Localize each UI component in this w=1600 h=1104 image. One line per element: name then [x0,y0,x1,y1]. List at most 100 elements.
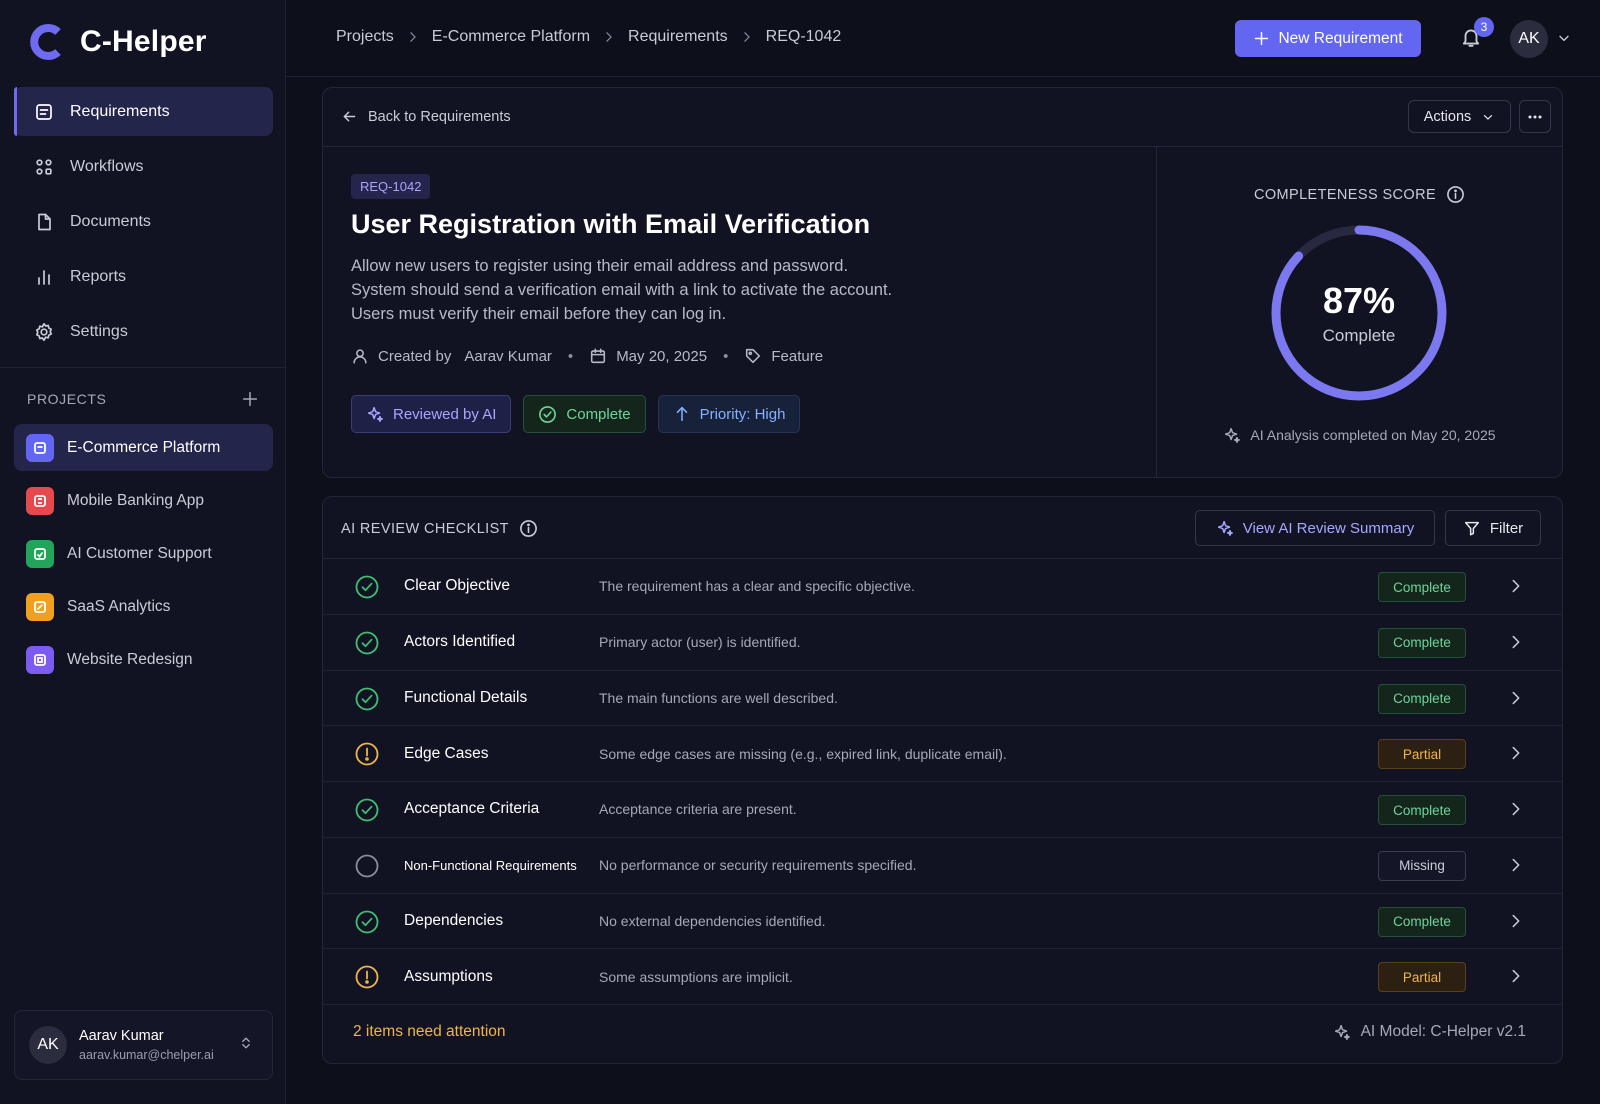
project-label: SaaS Analytics [67,597,171,615]
checklist-footer: 2 items need attention AI Model: C-Helpe… [323,1005,1562,1063]
user-email: aarav.kumar@chelper.ai [79,1048,214,1062]
meta-separator: • [567,347,574,365]
ring-text: 87% Complete [1269,223,1449,403]
filter-button[interactable]: Filter [1445,510,1541,546]
ai-model-text: AI Model: C-Helper v2.1 [1360,1023,1526,1040]
info-icon[interactable] [1446,185,1465,204]
chevron-right-icon [406,30,420,44]
project-item-mobile-banking[interactable]: Mobile Banking App [14,477,273,524]
check-circle-icon [355,687,379,711]
more-options-button[interactable] [1519,100,1551,133]
requirement-description: Allow new users to register using their … [351,254,971,326]
tag-icon [746,348,761,364]
project-icon [26,645,54,674]
document-icon [38,213,51,230]
warning-circle-icon [355,742,379,766]
ai-model-info: AI Model: C-Helper v2.1 [1333,1023,1526,1041]
brand[interactable]: C-Helper [28,20,207,64]
nav-item-settings[interactable]: Settings [14,307,273,356]
check-circle-icon [355,798,379,822]
chevron-right-icon[interactable] [1507,633,1525,651]
item-name: Dependencies [404,911,504,929]
chevron-right-icon[interactable] [1507,744,1525,762]
requirement-title: User Registration with Email Verificatio… [351,209,871,239]
avatar[interactable]: AK [1510,20,1548,58]
project-item-ai-support[interactable]: AI Customer Support [14,530,273,577]
chevron-right-icon[interactable] [1507,856,1525,874]
project-glyph-icon [34,547,46,560]
plus-icon [1255,31,1269,46]
status-badge: Complete [1378,795,1466,825]
ai-analysis-note: AI Analysis completed on May 20, 2025 [1157,426,1562,444]
chip-label: Reviewed by AI [393,405,497,423]
chip-label: Priority: High [699,405,786,423]
item-description: The requirement has a clear and specific… [599,578,915,595]
checklist-row[interactable]: Edge Cases Some edge cases are missing (… [323,726,1562,782]
list-doc-icon [36,103,52,120]
brand-name: C-Helper [80,25,207,58]
checklist-row[interactable]: Assumptions Some assumptions are implici… [323,949,1562,1005]
item-name: Acceptance Criteria [404,800,540,818]
projects-title: PROJECTS [27,391,107,407]
checklist-title-text: AI REVIEW CHECKLIST [341,520,509,537]
nav-item-reports[interactable]: Reports [14,252,273,301]
project-glyph-icon [34,600,46,613]
checklist-row[interactable]: Actors Identified Primary actor (user) i… [323,615,1562,671]
project-item-saas-analytics[interactable]: SaaS Analytics [14,583,273,630]
chevron-right-icon[interactable] [1507,967,1525,985]
checklist-row[interactable]: Dependencies No external dependencies id… [323,894,1562,950]
item-description: Some assumptions are implicit. [599,968,793,985]
checklist-row[interactable]: Clear Objective The requirement has a cl… [323,559,1562,615]
nav-label: Documents [70,212,151,230]
checklist-title: AI REVIEW CHECKLIST [341,519,538,538]
chevron-right-icon[interactable] [1507,800,1525,818]
sparkle-icon [1334,1024,1350,1040]
plus-icon [242,391,258,407]
reviewed-by-ai-chip: Reviewed by AI [351,395,512,433]
view-ai-review-summary-button[interactable]: View AI Review Summary [1195,510,1435,546]
chevron-right-icon [602,30,616,44]
chevron-right-icon[interactable] [1507,577,1525,595]
chevron-right-icon[interactable] [1507,912,1525,930]
breadcrumb-current: REQ-1042 [765,28,842,45]
chevron-down-icon[interactable] [1556,30,1572,46]
view-summary-label: View AI Review Summary [1242,519,1415,537]
chip-label: Complete [566,405,631,423]
checklist-row[interactable]: Functional Details The main functions ar… [323,671,1562,727]
created-by-label: Created by [378,347,452,365]
check-circle-icon [355,631,379,655]
nav-label: Requirements [70,102,170,120]
priority-chip: Priority: High [657,395,801,433]
nav-item-workflows[interactable]: Workflows [14,142,273,191]
breadcrumb-projects[interactable]: Projects [336,28,394,46]
workflow-icon [36,158,52,175]
info-icon[interactable] [519,519,538,538]
project-item-website-redesign[interactable]: Website Redesign [14,636,273,683]
item-name: Clear Objective [404,577,510,595]
description-line: Allow new users to register using their … [351,257,849,275]
actions-dropdown[interactable]: Actions [1408,100,1511,133]
projects-header: PROJECTS [27,390,259,408]
nav-item-requirements[interactable]: Requirements [14,87,273,136]
nav-item-documents[interactable]: Documents [14,197,273,246]
project-icon [26,433,54,462]
back-to-requirements-link[interactable]: Back to Requirements [341,108,511,125]
item-description: No external dependencies identified. [599,912,826,929]
user-account-switcher[interactable]: AK Aarav Kumar aarav.kumar@chelper.ai [14,1010,273,1080]
status-badge: Partial [1378,739,1466,770]
project-item-ecommerce[interactable]: E-Commerce Platform [14,424,273,471]
complete-status-chip: Complete [523,395,646,433]
new-requirement-button[interactable]: New Requirement [1235,20,1421,57]
actions-label: Actions [1423,108,1472,125]
breadcrumb-project[interactable]: E-Commerce Platform [432,28,590,46]
item-description: Primary actor (user) is identified. [599,634,801,651]
add-project-button[interactable] [241,390,259,408]
ai-review-checklist: AI REVIEW CHECKLIST View AI Review Summa… [322,496,1563,1064]
checklist-rows: Clear Objective The requirement has a cl… [323,559,1562,1005]
breadcrumb-requirements[interactable]: Requirements [628,28,728,46]
checklist-row[interactable]: Non-Functional Requirements No performan… [323,838,1562,894]
attention-summary: 2 items need attention [353,1023,506,1040]
checklist-row[interactable]: Acceptance Criteria Acceptance criteria … [323,782,1562,838]
chevron-right-icon[interactable] [1507,689,1525,707]
user-icon [353,349,367,364]
